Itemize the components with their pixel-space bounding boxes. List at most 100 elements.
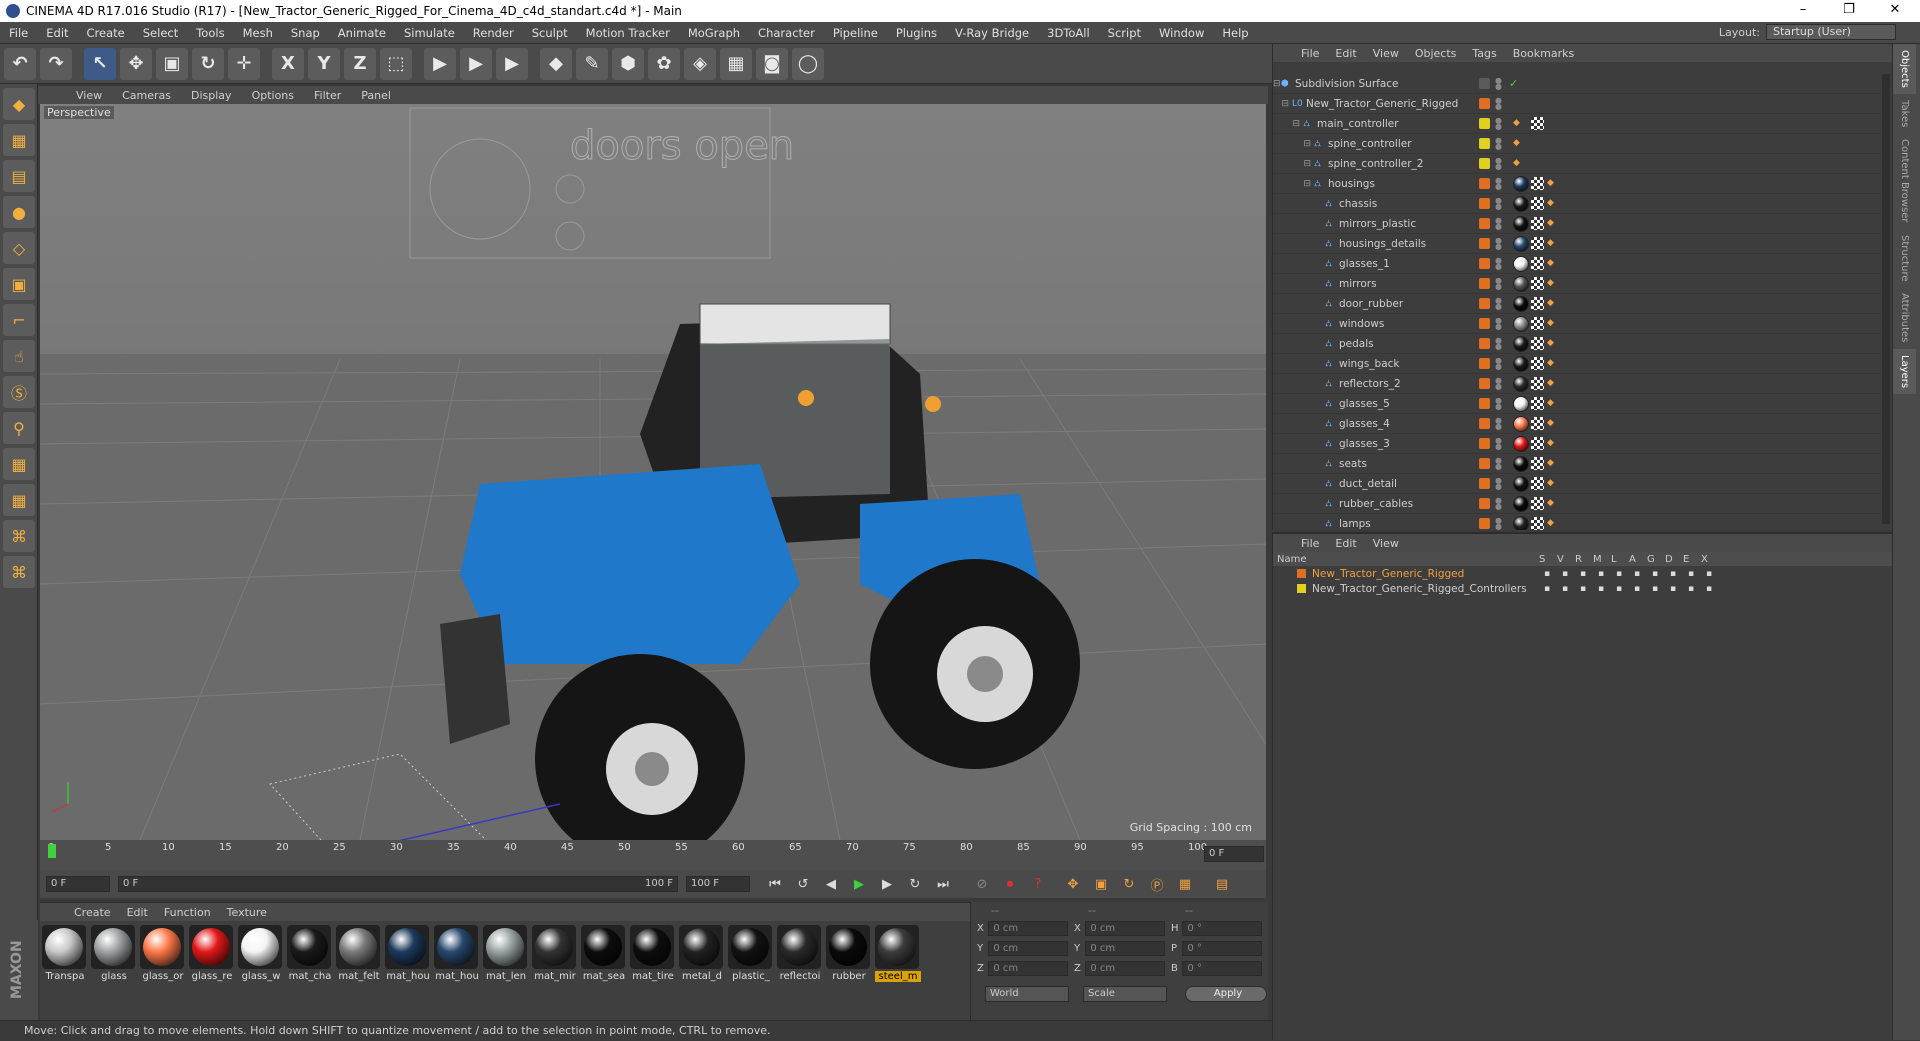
object-scrollbar[interactable] <box>1882 74 1890 524</box>
object-row[interactable]: ⊟ ⛼ spine_controller_2 ● ● ◆ <box>1273 154 1881 174</box>
z-axis-button[interactable]: Z <box>344 47 376 80</box>
layer-row[interactable]: New_Tractor_Generic_Rigged_Controllers ▪ ▪… <box>1273 581 1892 596</box>
object-row[interactable]: ⛼ glasses_3 ● ● ◆ <box>1273 434 1881 454</box>
material-swatch[interactable]: glass_or <box>140 925 186 982</box>
menu-character[interactable]: Character <box>749 26 824 40</box>
floor-object-button[interactable]: ▦ <box>720 47 752 80</box>
menu-mograph[interactable]: MoGraph <box>679 26 749 40</box>
python-2-icon[interactable]: ⌘ <box>3 556 35 588</box>
layer-manager-toggle-icon[interactable]: ▪ <box>1592 584 1610 594</box>
visibility-dots-icon[interactable]: ● ● <box>1495 357 1502 371</box>
uvw-tag-icon[interactable] <box>1531 417 1544 430</box>
key-scale-button[interactable]: ▣ <box>1090 873 1112 895</box>
phong-tag-icon[interactable]: ◆ <box>1547 498 1557 508</box>
visibility-dots-icon[interactable]: ● ● <box>1495 257 1502 271</box>
menu-tools[interactable]: Tools <box>187 26 233 40</box>
key-position-button[interactable]: ✥ <box>1062 873 1084 895</box>
layer-xref-toggle-icon[interactable]: ▪ <box>1700 584 1718 594</box>
object-row[interactable]: ⛼ duct_detail ● ● ◆ <box>1273 474 1881 494</box>
material-swatch[interactable]: glass_re <box>189 925 235 982</box>
deformer-button[interactable]: ◈ <box>684 47 716 80</box>
menu-edit[interactable]: Edit <box>37 26 77 40</box>
workplane-icon[interactable]: ▤ <box>3 160 35 192</box>
cube-object-button[interactable]: ◆ <box>540 47 572 80</box>
apply-button[interactable]: Apply <box>1185 986 1267 1002</box>
visibility-dots-icon[interactable]: ● ● <box>1495 457 1502 471</box>
layer-xref-toggle-icon[interactable]: ▪ <box>1700 569 1718 579</box>
layer-animation-toggle-icon[interactable]: ▪ <box>1628 569 1646 579</box>
uvw-tag-icon[interactable] <box>1531 237 1544 250</box>
phong-tag-icon[interactable]: ◆ <box>1547 458 1557 468</box>
mograph-cloner-button[interactable]: ✿ <box>648 47 680 80</box>
viewport-scene[interactable]: doors open <box>40 104 1266 840</box>
layer-color-tag[interactable] <box>1479 398 1490 409</box>
phong-tag-icon[interactable]: ◆ <box>1547 398 1557 408</box>
object-row[interactable]: ⛼ housings_details ● ● ◆ <box>1273 234 1881 254</box>
layer-column-r[interactable]: R <box>1575 554 1593 565</box>
layer-generators-toggle-icon[interactable]: ▪ <box>1646 569 1664 579</box>
layer-color-tag[interactable] <box>1479 298 1490 309</box>
visibility-dots-icon[interactable]: ● ● <box>1495 97 1502 111</box>
tab-objects[interactable]: Objects <box>1893 44 1916 94</box>
material-tag-icon[interactable] <box>1513 476 1529 492</box>
material-menu-function[interactable]: Function <box>156 906 219 919</box>
material-tag-icon[interactable] <box>1513 216 1529 232</box>
play-forward-button[interactable]: ▶ <box>848 873 870 895</box>
coord-value-field[interactable]: 0 cm <box>988 940 1068 956</box>
layer-color-tag[interactable] <box>1479 278 1490 289</box>
tab-takes[interactable]: Takes <box>1893 94 1916 133</box>
move-tool-button[interactable]: ✥ <box>120 47 152 80</box>
object-row[interactable]: ⊟ ⛼ spine_controller ● ● ◆ <box>1273 134 1881 154</box>
menu-plugins[interactable]: Plugins <box>887 26 946 40</box>
rotate-tool-button[interactable]: ↻ <box>192 47 224 80</box>
visibility-dots-icon[interactable]: ● ● <box>1495 237 1502 251</box>
uvw-tag-icon[interactable] <box>1531 297 1544 310</box>
visibility-dots-icon[interactable]: ● ● <box>1495 217 1502 231</box>
visibility-dots-icon[interactable]: ● ● <box>1495 377 1502 391</box>
undo-button[interactable]: ↶ <box>4 47 36 80</box>
object-menu-edit[interactable]: Edit <box>1327 47 1364 60</box>
cube-mode-icon[interactable]: ◆ <box>3 88 35 120</box>
material-tag-icon[interactable] <box>1513 296 1529 312</box>
uvw-tag-icon[interactable] <box>1531 457 1544 470</box>
edges-mode-icon[interactable]: ◇ <box>3 232 35 264</box>
tree-expander[interactable]: ⊟ <box>1273 79 1281 89</box>
material-swatch[interactable]: Transpa <box>42 925 88 982</box>
coord-value-field[interactable]: 0 cm <box>988 960 1068 976</box>
texture-mode-icon[interactable]: ▦ <box>3 124 35 156</box>
object-row[interactable]: ⛼ windows ● ● ◆ <box>1273 314 1881 334</box>
material-menu-edit[interactable]: Edit <box>119 906 156 919</box>
material-swatch[interactable]: glass_w <box>238 925 284 982</box>
tree-expander[interactable]: ⊟ <box>1273 179 1314 189</box>
layer-color-tag[interactable] <box>1479 158 1490 169</box>
visibility-dots-icon[interactable]: ● ● <box>1495 417 1502 431</box>
phong-tag-icon[interactable]: ◆ <box>1547 298 1557 308</box>
tab-structure[interactable]: Structure <box>1893 229 1916 288</box>
tree-expander[interactable]: ⊟ <box>1273 119 1303 129</box>
layer-solo-toggle-icon[interactable]: ▪ <box>1538 584 1556 594</box>
layer-color-tag[interactable] <box>1479 258 1490 269</box>
layer-row[interactable]: New_Tractor_Generic_Rigged ▪ ▪ ▪ ▪ ▪ ▪ ▪ ▪ ▪ ▪ <box>1273 566 1892 581</box>
light-object-button[interactable]: ◯ <box>792 47 824 80</box>
enabled-check-icon[interactable]: ✓ <box>1509 77 1518 90</box>
layer-color-tag[interactable] <box>1479 178 1490 189</box>
layer-deformers-toggle-icon[interactable]: ▪ <box>1664 569 1682 579</box>
layer-solo-toggle-icon[interactable]: ▪ <box>1538 569 1556 579</box>
close-button[interactable]: ✕ <box>1872 0 1918 22</box>
layer-column-d[interactable]: D <box>1665 554 1683 565</box>
ik-tag-icon[interactable]: ◆ <box>1513 158 1523 168</box>
points-mode-icon[interactable]: ● <box>3 196 35 228</box>
next-key-button[interactable]: ↻ <box>904 873 926 895</box>
uvw-tag-icon[interactable] <box>1531 517 1544 530</box>
layer-name[interactable]: New_Tractor_Generic_Rigged <box>1312 568 1538 580</box>
layer-locked-toggle-icon[interactable]: ▪ <box>1610 569 1628 579</box>
menu-animate[interactable]: Animate <box>329 26 395 40</box>
layer-column-name[interactable]: Name <box>1277 554 1539 565</box>
layer-deformers-toggle-icon[interactable]: ▪ <box>1664 584 1682 594</box>
phong-tag-icon[interactable]: ◆ <box>1547 478 1557 488</box>
coord-value-field[interactable]: 0 cm <box>1085 960 1165 976</box>
coord-value-field[interactable]: 0 ° <box>1182 920 1262 936</box>
layer-animation-toggle-icon[interactable]: ▪ <box>1628 584 1646 594</box>
object-menu-file[interactable]: File <box>1293 47 1327 60</box>
layer-color-tag[interactable] <box>1479 138 1490 149</box>
